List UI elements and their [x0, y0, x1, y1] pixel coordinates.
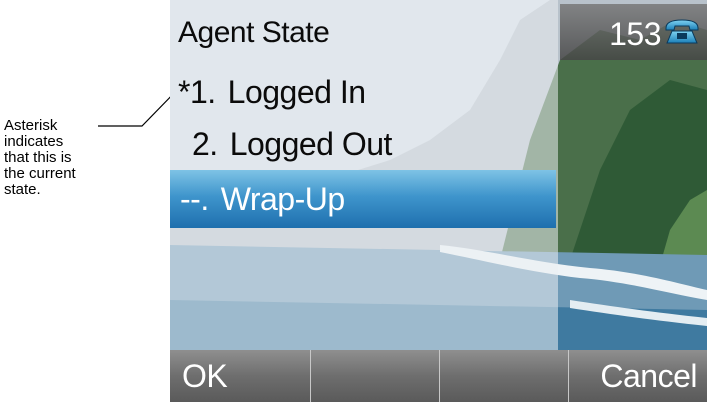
- softkey-empty-3[interactable]: [440, 350, 569, 402]
- menu-item-label: Wrap-Up: [220, 180, 345, 217]
- menu-item-label: Logged In: [227, 73, 366, 110]
- line-number: 153: [609, 16, 661, 52]
- menu-item-prefix: *1.: [178, 73, 216, 110]
- softkey-empty-2[interactable]: [311, 350, 440, 402]
- menu-item-prefix: 2.: [192, 125, 218, 162]
- menu-item-logged-out[interactable]: 2. Logged Out: [170, 116, 556, 172]
- menu-item-prefix: --.: [180, 180, 209, 217]
- menu-item-logged-in[interactable]: *1. Logged In: [170, 64, 556, 120]
- asterisk-callout-text: Asterisk indicates that this is the curr…: [4, 117, 76, 198]
- softkey-cancel-button[interactable]: Cancel: [569, 350, 707, 402]
- menu-item-label: Logged Out: [229, 125, 393, 162]
- softkey-bar: OK Cancel: [170, 350, 707, 402]
- menu-item-wrap-up-selected[interactable]: --. Wrap-Up: [170, 170, 556, 228]
- phone-handset-icon: [665, 19, 699, 44]
- line-status-box: 153: [560, 4, 707, 60]
- phone-screen: Agent State *1. Logged In 2. Logged Out …: [170, 0, 707, 402]
- screen-title: Agent State: [178, 16, 330, 49]
- softkey-ok-button[interactable]: OK: [170, 350, 311, 402]
